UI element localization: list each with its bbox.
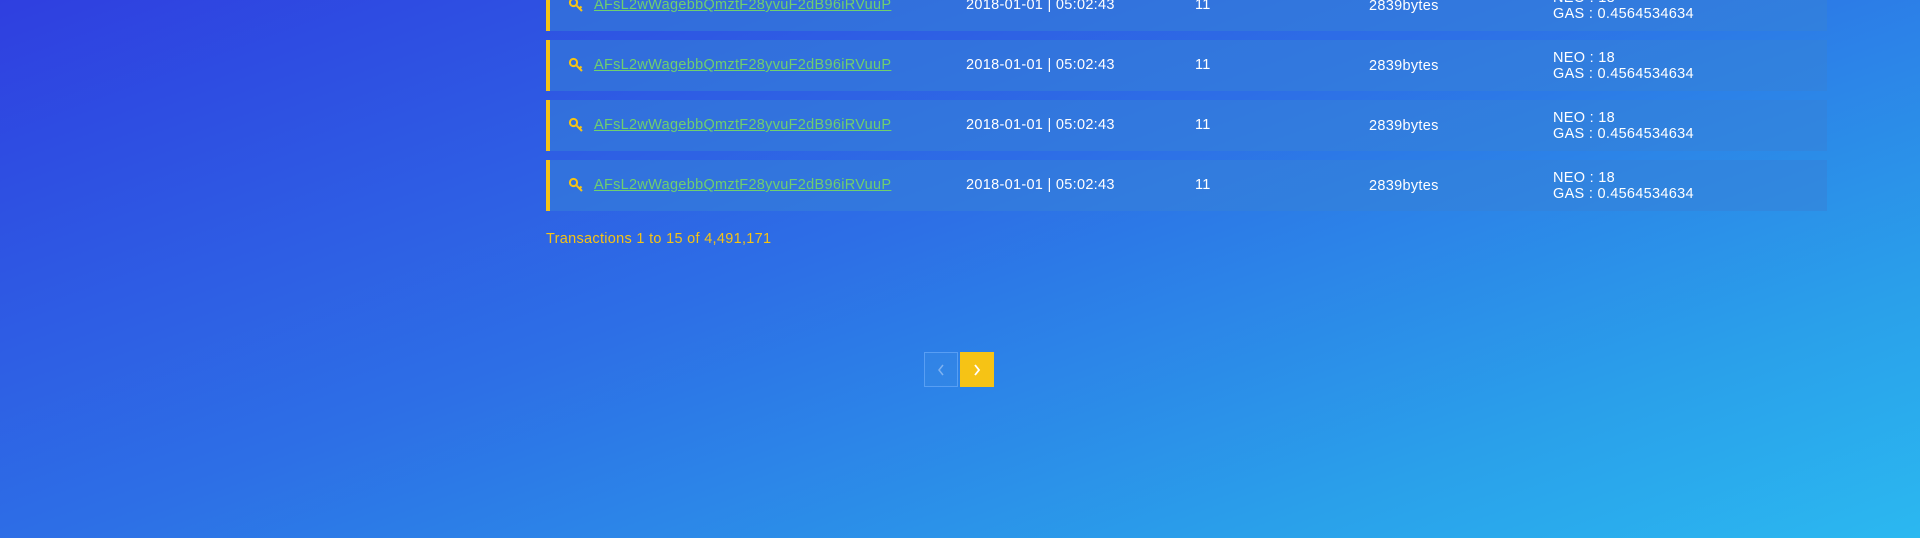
transaction-time: 2018-01-01 | 05:02:43	[966, 0, 1115, 13]
transaction-assets: NEO : 18 GAS : 0.4564534634	[1553, 50, 1694, 82]
transaction-size: 2839bytes	[1369, 58, 1439, 74]
neo-amount: NEO : 18	[1553, 170, 1616, 186]
pagination-summary: Transactions 1 to 15 of 4,491,171	[546, 231, 772, 247]
next-page-button[interactable]	[960, 352, 994, 387]
neo-amount: NEO : 18	[1553, 50, 1616, 66]
transaction-size: 2839bytes	[1369, 0, 1439, 14]
transactions-table: AFsL2wWagebbQmztF28yvuF2dB96iRVuuP 2018-…	[546, 0, 1827, 220]
neo-amount: NEO : 18	[1553, 110, 1616, 126]
transaction-size: 2839bytes	[1369, 118, 1439, 134]
transaction-size: 2839bytes	[1369, 178, 1439, 194]
table-row: AFsL2wWagebbQmztF28yvuF2dB96iRVuuP 2018-…	[546, 160, 1827, 211]
transaction-time: 2018-01-01 | 05:02:43	[966, 177, 1115, 193]
key-icon	[568, 117, 583, 132]
prev-page-button[interactable]	[924, 352, 958, 387]
transaction-assets: NEO : 18 GAS : 0.4564534634	[1553, 110, 1694, 142]
pagination	[924, 352, 994, 387]
transaction-assets: NEO : 18 GAS : 0.4564534634	[1553, 0, 1694, 22]
table-row: AFsL2wWagebbQmztF28yvuF2dB96iRVuuP 2018-…	[546, 0, 1827, 31]
key-icon	[568, 57, 583, 72]
gas-amount: GAS : 0.4564534634	[1553, 126, 1694, 142]
transaction-count: 11	[1195, 0, 1211, 13]
transaction-hash-link[interactable]: AFsL2wWagebbQmztF28yvuF2dB96iRVuuP	[594, 177, 891, 193]
transaction-assets: NEO : 18 GAS : 0.4564534634	[1553, 170, 1694, 202]
key-icon	[568, 177, 583, 192]
gas-amount: GAS : 0.4564534634	[1553, 66, 1694, 82]
transaction-count: 11	[1195, 177, 1211, 193]
key-icon	[568, 0, 583, 12]
transaction-count: 11	[1195, 117, 1211, 133]
table-row: AFsL2wWagebbQmztF28yvuF2dB96iRVuuP 2018-…	[546, 100, 1827, 151]
transaction-time: 2018-01-01 | 05:02:43	[966, 57, 1115, 73]
transaction-hash-link[interactable]: AFsL2wWagebbQmztF28yvuF2dB96iRVuuP	[594, 0, 891, 13]
chevron-right-icon	[974, 363, 981, 376]
transaction-time: 2018-01-01 | 05:02:43	[966, 117, 1115, 133]
gas-amount: GAS : 0.4564534634	[1553, 186, 1694, 202]
gas-amount: GAS : 0.4564534634	[1553, 6, 1694, 22]
transaction-hash-link[interactable]: AFsL2wWagebbQmztF28yvuF2dB96iRVuuP	[594, 117, 891, 133]
chevron-left-icon	[938, 364, 944, 375]
table-row: AFsL2wWagebbQmztF28yvuF2dB96iRVuuP 2018-…	[546, 40, 1827, 91]
transaction-hash-link[interactable]: AFsL2wWagebbQmztF28yvuF2dB96iRVuuP	[594, 57, 891, 73]
transaction-count: 11	[1195, 57, 1211, 73]
